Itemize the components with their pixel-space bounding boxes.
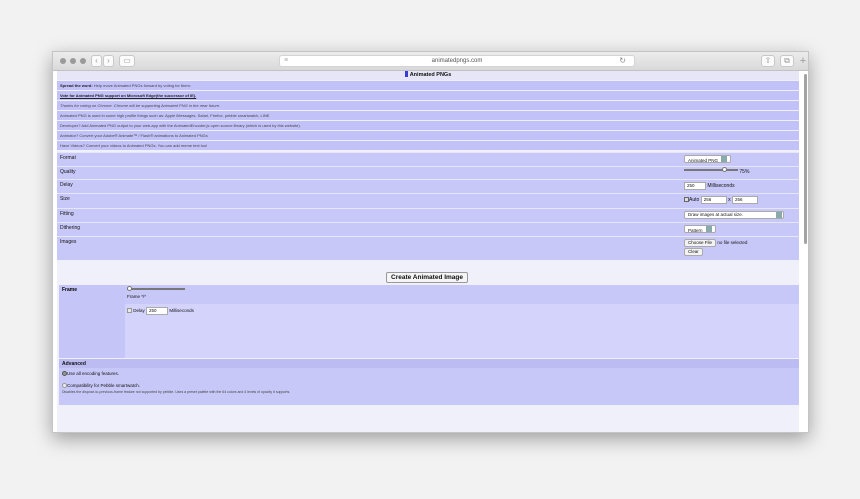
delay-input[interactable]: 250 [684, 182, 706, 190]
page-title: Animated PNGs [409, 72, 452, 78]
format-row: Format Animated PNG [57, 152, 799, 166]
scrollbar[interactable] [804, 74, 807, 244]
quality-row: Quality 75% [57, 166, 799, 179]
message-row: Thanks for voting on Chrome. Chrome will… [57, 100, 799, 110]
page-header: Animated PNGs [57, 71, 799, 80]
format-select[interactable]: Animated PNG [684, 155, 732, 163]
size-row: Size Auto 256 x 256 [57, 193, 799, 208]
page-content: Animated PNGs Spread the word: Help move… [57, 71, 799, 432]
dithering-row: Dithering Pattern [57, 222, 799, 236]
message-row: Animator? Convert your Adobe® Animate™ /… [57, 130, 799, 140]
slider-thumb[interactable] [127, 286, 132, 291]
reload-icon[interactable]: ↻ [619, 56, 626, 66]
chevron-down-icon [705, 226, 712, 232]
chevron-down-icon [776, 212, 782, 218]
forward-button[interactable]: › [103, 55, 114, 67]
back-button[interactable]: ‹ [91, 55, 102, 67]
height-input[interactable]: 256 [731, 196, 758, 204]
message-row: Have Videos? Convert your videos to Anim… [57, 140, 799, 150]
clear-button[interactable]: Clear [684, 248, 703, 256]
images-row: Images Choose File no file selected Clea… [57, 236, 799, 260]
frame-delay-input[interactable]: 250 [146, 307, 169, 315]
address-bar[interactable]: ≡ animatedpngs.com ↻ [279, 55, 635, 67]
frame-delay-checkbox[interactable] [127, 308, 132, 313]
tabs-button[interactable]: ⧉ [780, 55, 794, 67]
fitting-row: Fitting Draw images at actual size. [57, 208, 799, 222]
sidebar-button[interactable]: ▭ [119, 55, 135, 67]
dithering-select[interactable]: Pattern [684, 225, 716, 233]
delay-row: Delay 250 Milliseconds [57, 179, 799, 193]
message-row: Animated PNG is used in some high profil… [57, 110, 799, 120]
chevron-down-icon [721, 156, 728, 162]
title-bar: ‹ › ▭ ≡ animatedpngs.com ↻ ⇧ ⧉ + [53, 52, 808, 71]
share-button[interactable]: ⇧ [761, 55, 775, 67]
minimize-light[interactable] [70, 58, 76, 64]
new-tab-icon[interactable]: + [796, 55, 808, 69]
reader-icon[interactable]: ≡ [284, 56, 288, 66]
url-text: animatedpngs.com [431, 58, 483, 64]
fitting-select[interactable]: Draw images at actual size. [684, 211, 784, 219]
frame-slider[interactable] [127, 286, 185, 291]
advanced-panel: Advanced Use all encoding features. Comp… [59, 359, 799, 405]
settings-form: Format Animated PNG Quality 75% Delay 25… [57, 152, 799, 260]
logo-icon [404, 71, 408, 77]
close-light[interactable] [60, 58, 66, 64]
quality-slider[interactable] [684, 167, 738, 172]
message-row: Developer? Add Animated PNG output to yo… [57, 120, 799, 130]
frame-panel: Frame Frame */* Delay 250 Milliseconds [59, 285, 799, 358]
width-input[interactable]: 256 [700, 196, 727, 204]
browser-window: ‹ › ▭ ≡ animatedpngs.com ↻ ⇧ ⧉ + Animate… [52, 51, 809, 433]
create-animated-image-button[interactable]: Create Animated Image [386, 272, 469, 283]
zoom-light[interactable] [80, 58, 86, 64]
message-row: Spread the word: Help move Animated PNGs… [57, 80, 799, 90]
slider-thumb[interactable] [721, 167, 727, 172]
message-row[interactable]: Vote for Animated PNG support on Microso… [57, 90, 799, 100]
choose-file-button[interactable]: Choose File [684, 239, 717, 247]
